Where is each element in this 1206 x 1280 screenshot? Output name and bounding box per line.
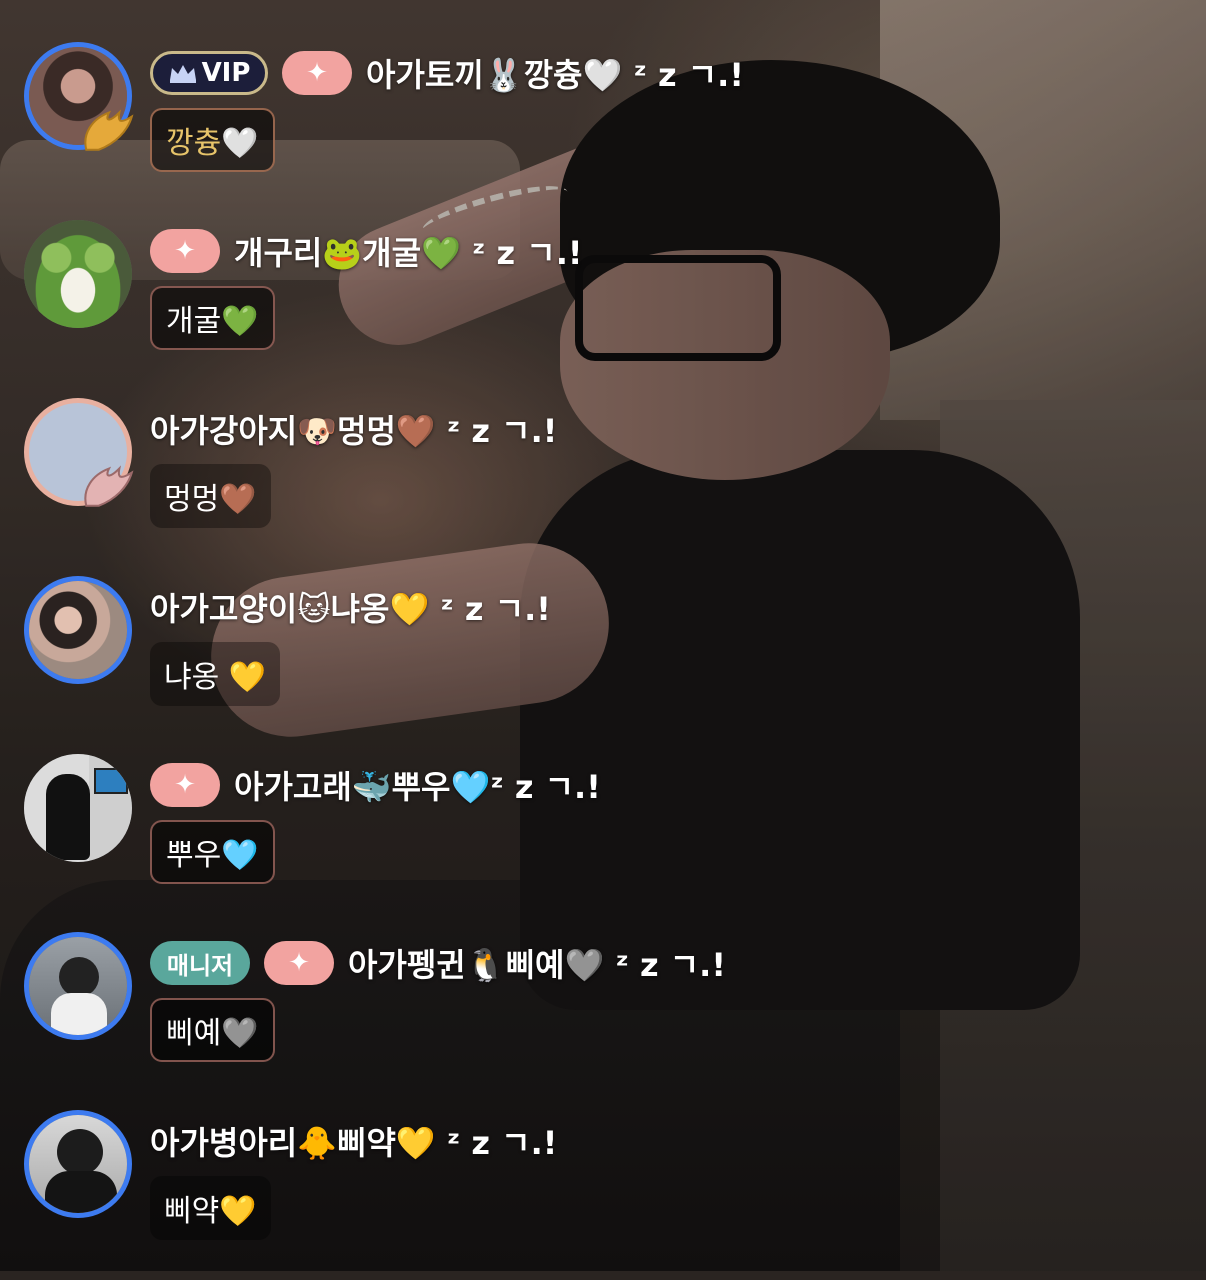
chat-message: ✦ 아가고래🐳뿌우🩵ᶻ z ㄱ.! 뿌우🩵 [0, 754, 1206, 924]
chat-message: 아가병아리🐥삐약💛 ᶻ z ㄱ.! 삐약💛 [0, 1110, 1206, 1280]
sparkle-icon: ✦ [264, 941, 334, 985]
manager-badge: 매니저 [150, 941, 250, 985]
chat-nickname[interactable]: 개구리🐸개굴💚 ᶻ z ㄱ.! [234, 228, 582, 274]
avatar[interactable] [24, 932, 132, 1040]
chat-nickname[interactable]: 아가고양이🐱냐옹💛 ᶻ z ㄱ.! [150, 584, 551, 630]
vip-badge: VIP [150, 51, 268, 95]
chat-bubble: 깡츙🤍 [150, 108, 275, 172]
wing-icon [84, 465, 134, 507]
chat-nickname[interactable]: 아가병아리🐥삐약💛 ᶻ z ㄱ.! [150, 1118, 557, 1164]
avatar[interactable] [24, 398, 134, 507]
wing-icon [84, 109, 134, 151]
chat-message: 매니저 ✦ 아가펭귄🐧삐예🩶 ᶻ z ㄱ.! 삐예🩶 [0, 932, 1206, 1102]
chat-bubble: 뿌우🩵 [150, 820, 275, 884]
chat-bubble: 삐약💛 [150, 1176, 271, 1240]
avatar[interactable] [24, 754, 132, 862]
chat-nickname[interactable]: 아가고래🐳뿌우🩵ᶻ z ㄱ.! [234, 762, 601, 808]
chat-bubble: 개굴💚 [150, 286, 275, 350]
chat-nickname[interactable]: 아가펭귄🐧삐예🩶 ᶻ z ㄱ.! [348, 940, 726, 986]
chat-nickname[interactable]: 아가강아지🐶멍멍🤎 ᶻ z ㄱ.! [150, 406, 557, 452]
chat-bubble: 삐예🩶 [150, 998, 275, 1062]
chat-message: 아가강아지🐶멍멍🤎 ᶻ z ㄱ.! 멍멍🤎 [0, 398, 1206, 568]
sparkle-icon: ✦ [150, 229, 220, 273]
chat-bubble: 멍멍🤎 [150, 464, 271, 528]
avatar[interactable] [24, 1110, 132, 1218]
avatar[interactable] [24, 42, 134, 151]
crown-icon [169, 65, 196, 83]
avatar[interactable] [24, 576, 132, 684]
chat-message: VIP ✦ 아가토끼🐰깡츙🤍 ᶻ z ㄱ.! 깡츙🤍 [0, 42, 1206, 212]
chat-nickname[interactable]: 아가토끼🐰깡츙🤍 ᶻ z ㄱ.! [366, 50, 744, 96]
chat-message: 아가고양이🐱냐옹💛 ᶻ z ㄱ.! 냐옹 💛 [0, 576, 1206, 746]
sparkle-icon: ✦ [150, 763, 220, 807]
avatar[interactable] [24, 220, 132, 328]
chat-message: ✦ 개구리🐸개굴💚 ᶻ z ㄱ.! 개굴💚 [0, 220, 1206, 390]
sparkle-icon: ✦ [282, 51, 352, 95]
chat-bubble: 냐옹 💛 [150, 642, 281, 706]
